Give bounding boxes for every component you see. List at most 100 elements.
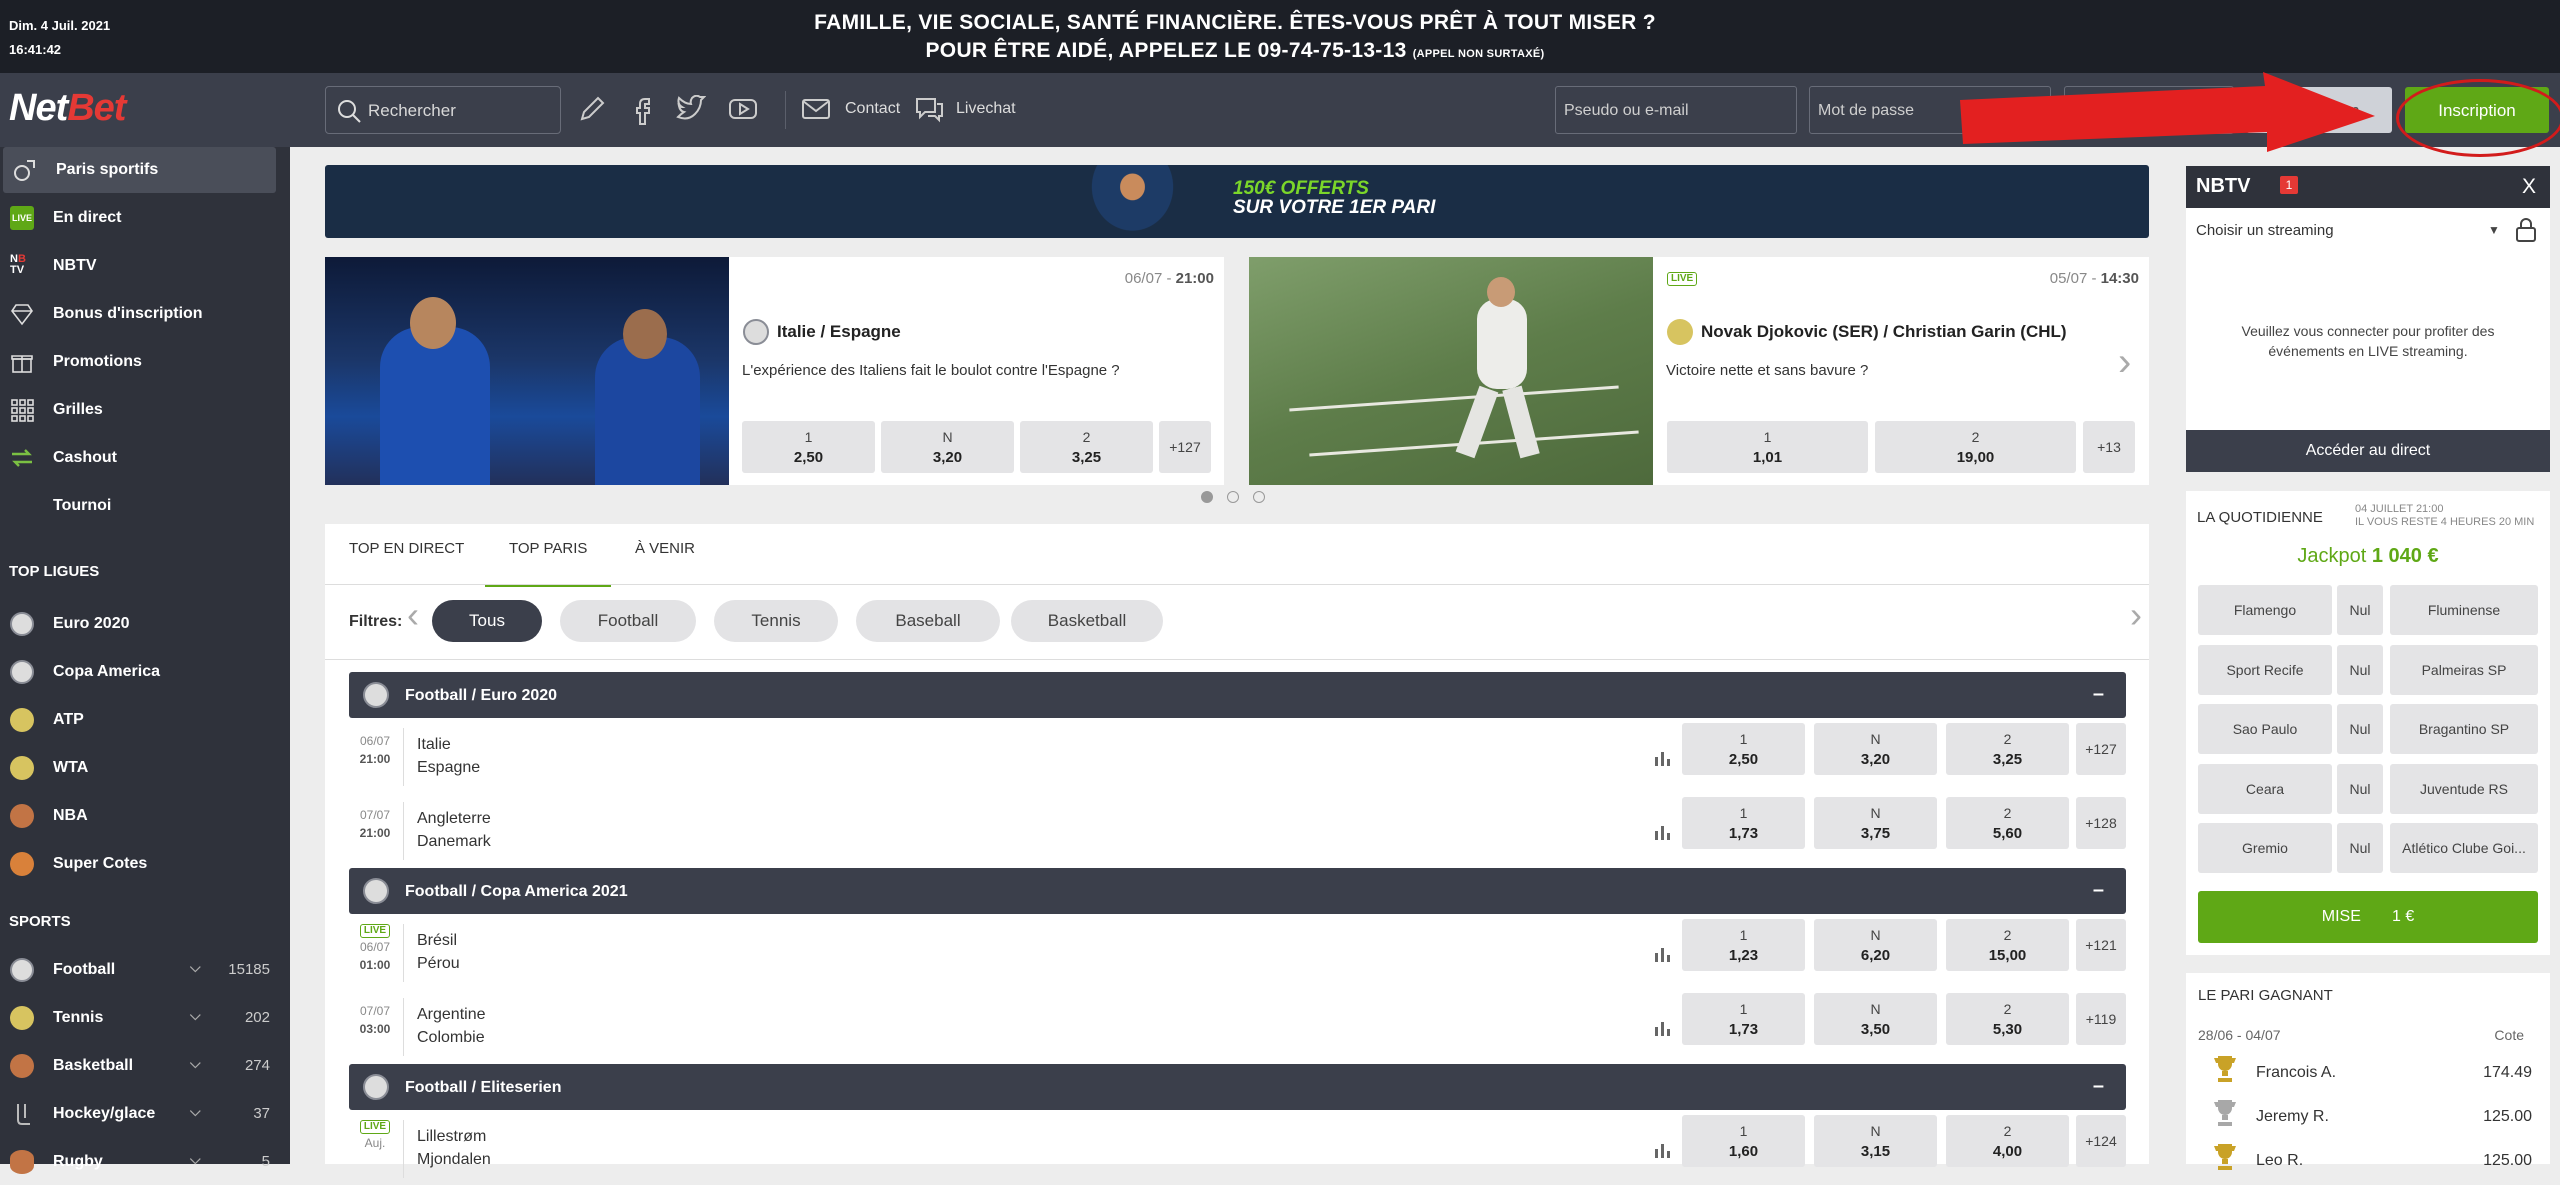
- collapse-icon[interactable]: –: [2093, 683, 2104, 706]
- odd-button-1[interactable]: 1 1,01: [1667, 421, 1868, 473]
- odd-button-2[interactable]: 2 4,00: [1946, 1115, 2069, 1167]
- ligue-super-cotes[interactable]: Super Cotes: [0, 841, 290, 887]
- tab-top-paris[interactable]: TOP PARIS: [485, 540, 612, 587]
- netbet-logo[interactable]: NetBet: [9, 87, 126, 130]
- odd-button-1[interactable]: 1 1,73: [1682, 797, 1805, 849]
- chevron-down-icon[interactable]: ⌵: [190, 1055, 201, 1072]
- match-row[interactable]: 07/07 21:00 Angleterre Danemark 1 1,73 N 3,7…: [349, 794, 2126, 866]
- stats-icon[interactable]: [1654, 1020, 1672, 1036]
- team-choice[interactable]: Palmeiras SP: [2390, 644, 2538, 695]
- league-group-header[interactable]: Football / Copa America 2021–: [349, 868, 2126, 914]
- league-group-header[interactable]: Football / Eliteserien –: [349, 1064, 2126, 1110]
- facebook-icon[interactable]: [632, 95, 652, 125]
- match-row[interactable]: LIVE Auj. Lillestrøm Mjondalen 1 1,60 N 3,15…: [349, 1112, 2126, 1184]
- pencil-icon[interactable]: [578, 95, 606, 123]
- team-choice[interactable]: Sport Recife: [2198, 644, 2332, 695]
- draw-choice[interactable]: Nul: [2337, 823, 2383, 873]
- sidebar-item-cashout[interactable]: Cashout: [0, 435, 290, 481]
- odd-button-1[interactable]: 1 1,60: [1682, 1115, 1805, 1167]
- filter-basketball[interactable]: Basketball: [1011, 600, 1163, 642]
- draw-choice[interactable]: Nul: [2337, 763, 2383, 814]
- twitter-icon[interactable]: [676, 95, 706, 123]
- featured-match-card[interactable]: LIVE 05/07 - 14:30 Novak Djokovic (SER) …: [1249, 257, 2149, 485]
- sidebar-item-promotions[interactable]: Promotions: [0, 339, 290, 385]
- odd-button-2[interactable]: 2 15,00: [1946, 919, 2069, 971]
- carousel-dots[interactable]: [1201, 490, 1279, 508]
- team-choice[interactable]: Gremio: [2198, 823, 2332, 873]
- ligue-copa-america[interactable]: Copa America: [0, 649, 290, 695]
- more-bets-button[interactable]: +119: [2076, 993, 2126, 1045]
- sidebar-item-bonus[interactable]: Bonus d'inscription: [0, 291, 290, 337]
- draw-choice[interactable]: Nul: [2337, 585, 2383, 635]
- promo-banner[interactable]: 150€ OFFERTS SUR VOTRE 1ER PARI: [325, 165, 2149, 238]
- team-choice[interactable]: Fluminense: [2390, 585, 2538, 635]
- stats-icon[interactable]: [1654, 1142, 1672, 1158]
- more-bets-button[interactable]: +128: [2076, 797, 2126, 849]
- sidebar-item-grilles[interactable]: Grilles: [0, 387, 290, 433]
- tab-top-en-direct[interactable]: TOP EN DIRECT: [349, 540, 464, 587]
- odd-button-n[interactable]: N 3,50: [1814, 993, 1937, 1045]
- contact-link[interactable]: Contact: [845, 100, 900, 118]
- sport-basketball[interactable]: Basketball ⌵ 274: [0, 1043, 290, 1089]
- featured-match-card[interactable]: 06/07 - 21:00 Italie / Espagne L'expérie…: [325, 257, 1224, 485]
- match-row[interactable]: LIVE 06/07 01:00 Brésil Pérou 1 1,23 N 6,20 2…: [349, 916, 2126, 988]
- team-choice[interactable]: Ceara: [2198, 763, 2332, 814]
- odd-button-n[interactable]: N 6,20: [1814, 919, 1937, 971]
- filter-next-icon[interactable]: ›: [2130, 594, 2142, 636]
- team-choice[interactable]: Juventude RS: [2390, 763, 2538, 814]
- odd-button-1[interactable]: 1 1,73: [1682, 993, 1805, 1045]
- sport-football[interactable]: Football ⌵ 15185: [0, 947, 290, 993]
- team-choice[interactable]: Flamengo: [2198, 585, 2332, 635]
- odd-button-2[interactable]: 2 5,60: [1946, 797, 2069, 849]
- sidebar-item-nbtv[interactable]: NB TV NBTV: [0, 243, 290, 289]
- more-bets-button[interactable]: +127: [2076, 723, 2126, 775]
- carousel-next-icon[interactable]: ›: [2118, 340, 2131, 385]
- mise-button[interactable]: MISE 1 €: [2198, 891, 2538, 943]
- carousel-dot[interactable]: [1253, 491, 1265, 503]
- go-live-button[interactable]: Accéder au direct: [2186, 430, 2550, 472]
- team-choice[interactable]: Atlético Clube Goi...: [2390, 823, 2538, 873]
- sport-rugby[interactable]: Rugby ⌵ 5: [0, 1139, 290, 1185]
- collapse-icon[interactable]: –: [2093, 879, 2104, 902]
- close-icon[interactable]: X: [2522, 175, 2536, 199]
- odd-button-n[interactable]: N 3,15: [1814, 1115, 1937, 1167]
- stats-icon[interactable]: [1654, 824, 1672, 840]
- chat-icon[interactable]: [913, 93, 945, 125]
- streaming-select[interactable]: Choisir un streaming: [2196, 222, 2334, 239]
- mail-icon[interactable]: [801, 97, 831, 121]
- ligue-wta[interactable]: WTA: [0, 745, 290, 791]
- ligue-nba[interactable]: NBA: [0, 793, 290, 839]
- search-input[interactable]: Rechercher: [325, 86, 561, 134]
- chevron-down-icon[interactable]: ⌵: [190, 1103, 201, 1120]
- more-bets-button[interactable]: +127: [1159, 421, 1211, 473]
- league-group-header[interactable]: Football / Euro 2020–: [349, 672, 2126, 718]
- tab-a-venir[interactable]: À VENIR: [635, 540, 695, 587]
- sidebar-item-tournoi[interactable]: Tournoi: [0, 483, 290, 529]
- draw-choice[interactable]: Nul: [2337, 644, 2383, 695]
- filter-baseball[interactable]: Baseball: [856, 600, 1000, 642]
- carousel-dot[interactable]: [1227, 491, 1239, 503]
- stats-icon[interactable]: [1654, 750, 1672, 766]
- draw-choice[interactable]: Nul: [2337, 704, 2383, 754]
- odd-button-2[interactable]: 2 3,25: [1946, 723, 2069, 775]
- odd-button-1[interactable]: 1 2,50: [1682, 723, 1805, 775]
- odd-button-n[interactable]: N 3,20: [1814, 723, 1937, 775]
- odd-button-1[interactable]: 1 2,50: [742, 421, 875, 473]
- odd-button-2[interactable]: 2 5,30: [1946, 993, 2069, 1045]
- stats-icon[interactable]: [1654, 946, 1672, 962]
- odd-button-n[interactable]: N 3,20: [881, 421, 1014, 473]
- collapse-icon[interactable]: –: [2093, 1075, 2104, 1098]
- filter-prev-icon[interactable]: ‹: [407, 594, 419, 636]
- chevron-down-icon[interactable]: ⌵: [190, 1151, 201, 1168]
- filter-football[interactable]: Football: [560, 600, 696, 642]
- sport-hockey[interactable]: Hockey/glace ⌵ 37: [0, 1091, 290, 1137]
- more-bets-button[interactable]: +13: [2083, 421, 2135, 473]
- sport-tennis[interactable]: Tennis ⌵ 202: [0, 995, 290, 1041]
- livechat-link[interactable]: Livechat: [956, 100, 1016, 118]
- sidebar-item-en-direct[interactable]: LIVE En direct: [0, 195, 290, 241]
- odd-button-n[interactable]: N 3,75: [1814, 797, 1937, 849]
- carousel-dot[interactable]: [1201, 491, 1213, 503]
- odd-button-1[interactable]: 1 1,23: [1682, 919, 1805, 971]
- ligue-atp[interactable]: ATP: [0, 697, 290, 743]
- odd-button-2[interactable]: 2 19,00: [1875, 421, 2076, 473]
